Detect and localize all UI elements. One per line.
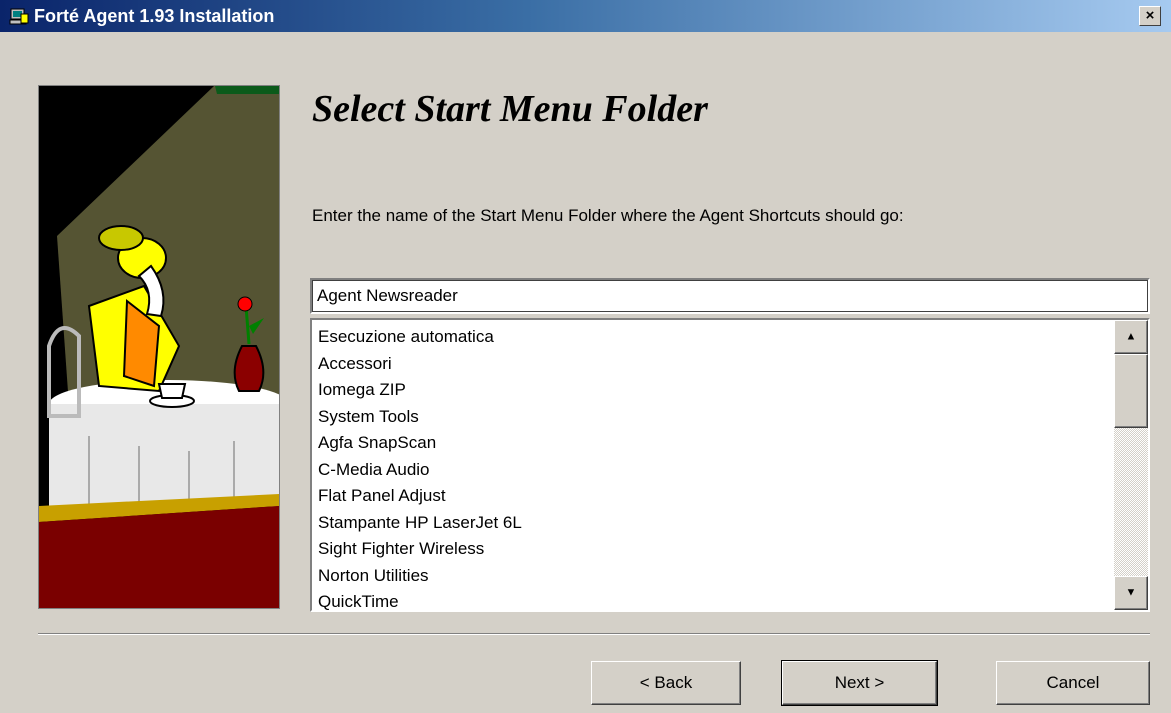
close-button[interactable]: × <box>1139 6 1161 26</box>
list-item[interactable]: QuickTime <box>318 589 1108 616</box>
list-item[interactable]: Sight Fighter Wireless <box>318 536 1108 563</box>
vertical-scrollbar[interactable]: ▲ ▼ <box>1114 320 1148 610</box>
list-item[interactable]: C-Media Audio <box>318 457 1108 484</box>
list-item[interactable]: Agfa SnapScan <box>318 430 1108 457</box>
arrow-up-icon: ▲ <box>1125 330 1137 343</box>
title-bar: Forté Agent 1.93 Installation × <box>0 0 1171 32</box>
installer-icon <box>9 7 29 27</box>
next-button[interactable]: Next > <box>781 660 938 706</box>
list-item[interactable]: Norton Utilities <box>318 563 1108 590</box>
arrow-down-icon: ▼ <box>1125 586 1137 599</box>
list-item[interactable]: System Tools <box>318 404 1108 431</box>
list-item[interactable]: Stampante HP LaserJet 6L <box>318 510 1108 537</box>
close-icon: × <box>1145 7 1155 24</box>
scroll-down-button[interactable]: ▼ <box>1114 576 1148 610</box>
cancel-button[interactable]: Cancel <box>996 661 1150 705</box>
list-item[interactable]: Iomega ZIP <box>318 377 1108 404</box>
scroll-thumb[interactable] <box>1114 354 1148 428</box>
window-title: Forté Agent 1.93 Installation <box>34 6 275 26</box>
start-menu-folder-input[interactable] <box>310 278 1150 314</box>
start-menu-folder-list[interactable]: Esecuzione automatica Accessori Iomega Z… <box>310 318 1150 612</box>
scroll-up-button[interactable]: ▲ <box>1114 320 1148 354</box>
cafe-illustration <box>38 85 280 609</box>
list-item[interactable]: Accessori <box>318 351 1108 378</box>
back-button[interactable]: < Back <box>591 661 741 705</box>
folder-list-items: Esecuzione automatica Accessori Iomega Z… <box>318 324 1108 616</box>
separator <box>38 633 1150 635</box>
instruction-text: Enter the name of the Start Menu Folder … <box>312 206 904 225</box>
list-item[interactable]: Esecuzione automatica <box>318 324 1108 351</box>
list-item[interactable]: Flat Panel Adjust <box>318 483 1108 510</box>
page-heading: Select Start Menu Folder <box>312 88 708 130</box>
